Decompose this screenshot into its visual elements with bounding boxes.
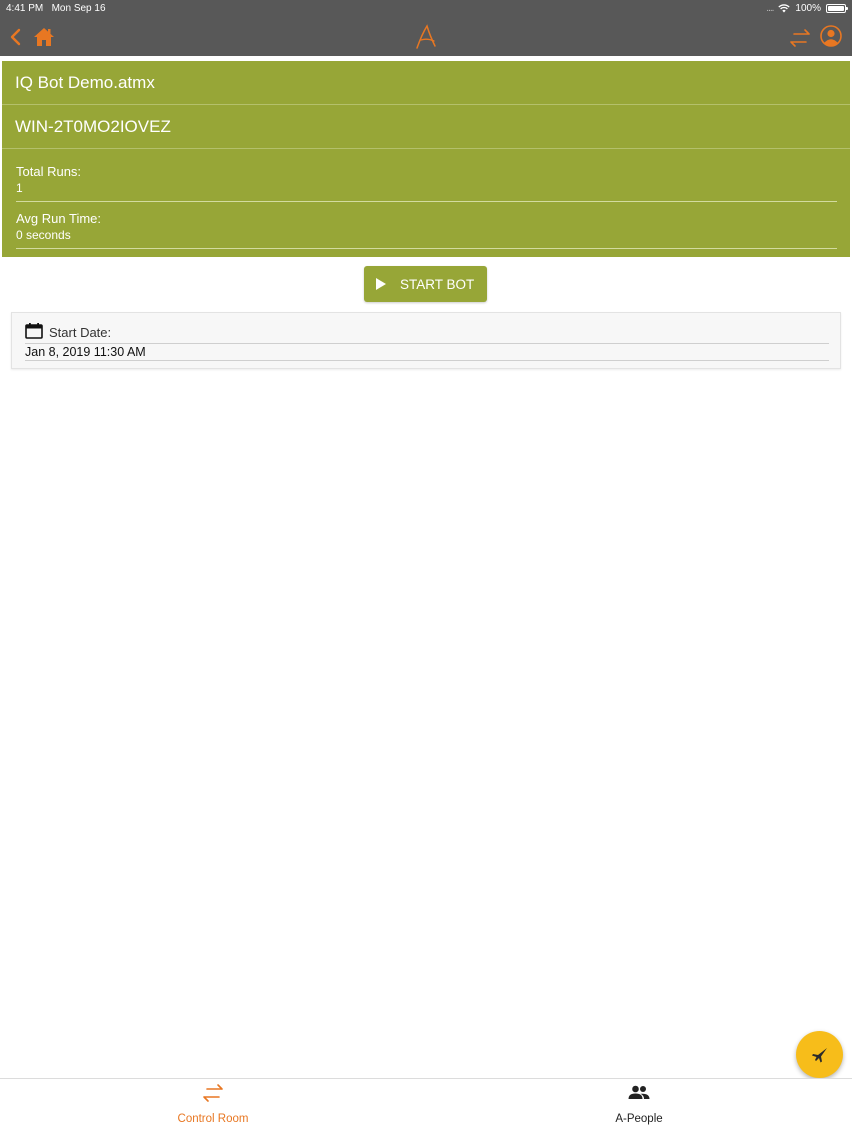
bot-stats: Total Runs: 1 Avg Run Time: 0 seconds	[2, 149, 850, 249]
swap-arrows-icon	[203, 1084, 223, 1102]
tab-control-room-label: Control Room	[177, 1113, 249, 1125]
tab-a-people-label: A-People	[615, 1113, 663, 1125]
bottom-tab-bar: Control Room A-People	[0, 1078, 852, 1136]
start-date-value: Jan 8, 2019 11:30 AM	[25, 345, 146, 359]
user-circle-icon[interactable]	[820, 25, 842, 47]
swap-arrows-icon[interactable]	[788, 28, 812, 48]
start-date-card[interactable]: Start Date: Jan 8, 2019 11:30 AM	[11, 312, 841, 369]
fab-button[interactable]	[796, 1031, 843, 1078]
play-icon	[376, 278, 386, 290]
people-icon	[628, 1085, 650, 1099]
automation-anywhere-logo	[416, 24, 436, 49]
avg-run-time-value: 0 seconds	[16, 228, 71, 242]
divider	[25, 343, 829, 344]
tab-a-people[interactable]: A-People	[539, 1079, 739, 1136]
top-bar: 4:41 PM Mon Sep 16 .... 100%	[0, 0, 852, 56]
calendar-icon	[25, 323, 43, 339]
wifi-icon	[778, 4, 791, 13]
total-runs: Total Runs: 1	[16, 149, 837, 202]
bot-name: IQ Bot Demo.atmx	[2, 61, 850, 105]
battery-icon	[826, 4, 848, 13]
signal-icon: ....	[766, 3, 774, 14]
start-bot-button[interactable]: START BOT	[364, 266, 487, 302]
divider	[25, 360, 829, 361]
battery-percent: 100%	[795, 3, 821, 14]
jet-icon	[811, 1047, 827, 1062]
bot-machine: WIN-2T0MO2IOVEZ	[2, 105, 850, 149]
chevron-left-icon[interactable]	[8, 27, 24, 47]
home-icon[interactable]	[33, 26, 55, 48]
status-bar-time: 4:41 PM Mon Sep 16	[6, 3, 106, 14]
total-runs-label: Total Runs:	[16, 164, 82, 179]
start-date-label: Start Date:	[49, 325, 112, 340]
total-runs-value: 1	[16, 181, 23, 195]
start-bot-label: START BOT	[400, 276, 475, 292]
tab-control-room[interactable]: Control Room	[113, 1079, 313, 1136]
avg-run-time-label: Avg Run Time:	[16, 211, 102, 226]
avg-run-time: Avg Run Time: 0 seconds	[16, 202, 837, 249]
status-bar-right: .... 100%	[766, 3, 848, 14]
bot-info-panel: IQ Bot Demo.atmx WIN-2T0MO2IOVEZ Total R…	[2, 61, 850, 257]
